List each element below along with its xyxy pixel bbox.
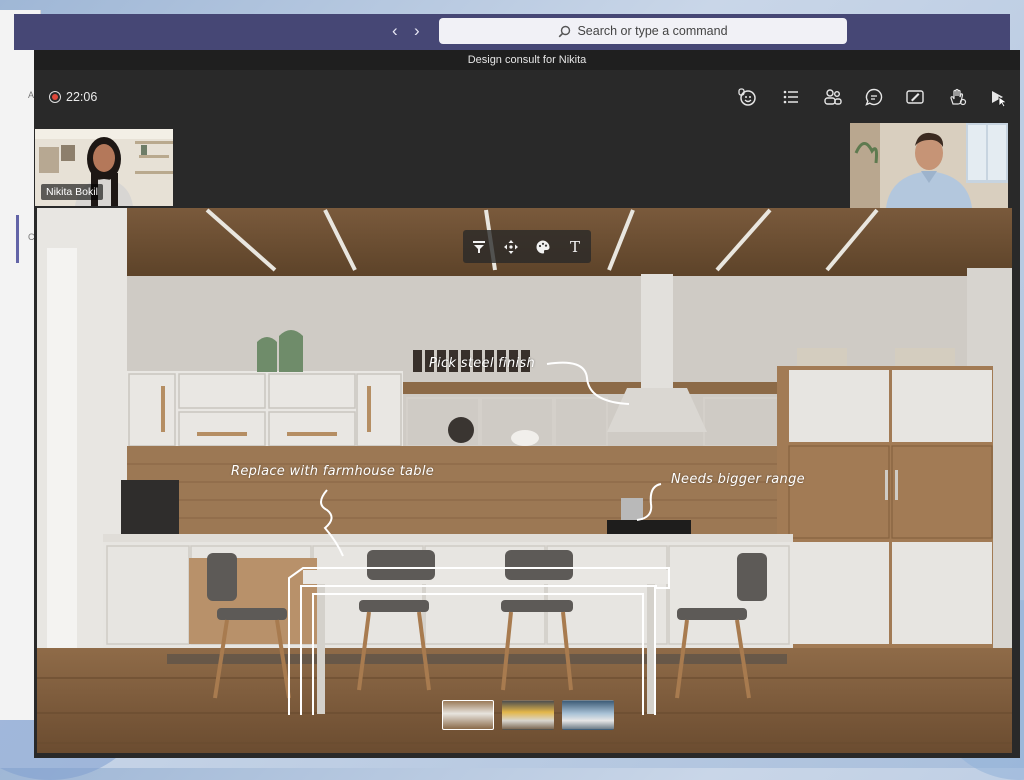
text-icon: T — [569, 237, 580, 256]
hand-icon — [950, 88, 967, 106]
kitchen-scene-image — [37, 208, 1012, 753]
annotation-bigger-range[interactable]: Needs bigger range — [671, 472, 805, 487]
filter-button[interactable] — [468, 236, 490, 258]
scene-thumbnail-kitchen-wood[interactable] — [442, 700, 494, 730]
scene-thumbnail-kitchen-blue[interactable] — [562, 700, 614, 730]
participant-photo — [850, 123, 1008, 208]
annotation-steel-finish[interactable]: Pick steel finish — [429, 356, 535, 371]
meeting-title: Design consult for Nikita — [34, 50, 1020, 70]
recording-time: 22:06 — [66, 90, 98, 104]
scene-thumbnails — [442, 700, 614, 730]
participant-video-nikita[interactable]: Nikita Bokil — [35, 129, 173, 206]
palette-button[interactable] — [532, 236, 554, 258]
text-tool-button[interactable]: T — [564, 236, 586, 258]
chat-button[interactable] — [861, 84, 887, 110]
raise-hand-button[interactable] — [944, 84, 970, 110]
teams-title-bar: ‹ › Search or type a command — [14, 14, 1010, 50]
chevron-right-icon[interactable]: › — [414, 22, 420, 40]
chat-icon — [865, 88, 883, 106]
list-icon — [783, 90, 798, 104]
search-icon — [559, 25, 571, 37]
record-icon — [49, 91, 61, 103]
filter-icon — [473, 240, 485, 253]
move-icon — [504, 239, 518, 254]
search-placeholder: Search or type a command — [577, 24, 728, 38]
move-button[interactable] — [500, 236, 522, 258]
scene-thumbnail-kitchen-yellow[interactable] — [502, 700, 554, 730]
participants-button[interactable] — [820, 84, 846, 110]
participant-name-tag: Nikita Bokil — [41, 184, 103, 200]
annotation-toolbar: T — [463, 230, 591, 263]
chevron-left-icon[interactable]: ‹ — [392, 22, 398, 40]
share-button[interactable] — [986, 84, 1012, 110]
search-input[interactable]: Search or type a command — [439, 18, 847, 44]
annotation-farmhouse-table[interactable]: Replace with farmhouse table — [231, 464, 434, 479]
background-nav-accent — [16, 215, 19, 263]
agenda-list-button[interactable] — [778, 84, 804, 110]
palette-icon — [536, 240, 550, 253]
recording-indicator: 22:06 — [49, 90, 97, 104]
whiteboard-button[interactable] — [902, 84, 928, 110]
people-icon — [824, 89, 842, 105]
participant-video-remote[interactable] — [850, 123, 1008, 208]
shared-content-stage[interactable]: Pick steel finish Replace with farmhouse… — [37, 208, 1012, 753]
whiteboard-icon — [906, 90, 924, 104]
share-icon — [992, 91, 1008, 107]
reactions-button[interactable] — [734, 84, 760, 110]
reactions-icon — [738, 88, 756, 106]
meeting-window: Design consult for Nikita 22:06 Nikita B… — [34, 50, 1020, 758]
